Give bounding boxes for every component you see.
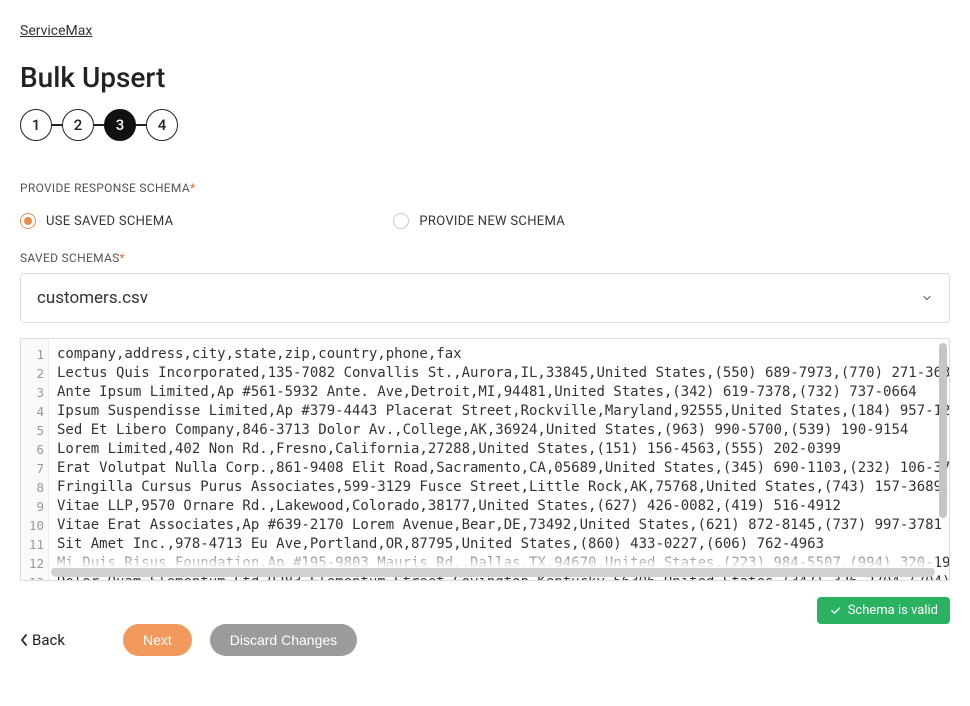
step-4[interactable]: 4: [146, 109, 178, 141]
code-line: company,address,city,state,zip,country,p…: [57, 345, 941, 364]
radio-provide-new-schema[interactable]: PROVIDE NEW SCHEMA: [393, 213, 565, 229]
line-number: 12: [27, 554, 44, 573]
editor-gutter: 12345678910111213: [21, 339, 49, 580]
back-label: Back: [32, 631, 65, 649]
line-number: 4: [27, 402, 44, 421]
button-row: Back Next Discard Changes: [20, 624, 950, 656]
code-line: Lectus Quis Incorporated,135-7082 Conval…: [57, 364, 941, 383]
select-value: customers.csv: [37, 288, 148, 308]
code-line: Ipsum Suspendisse Limited,Ap #379-4443 P…: [57, 402, 941, 421]
radio-use-saved-schema[interactable]: USE SAVED SCHEMA: [20, 213, 173, 229]
horizontal-scrollbar[interactable]: [51, 567, 935, 577]
line-number: 7: [27, 459, 44, 478]
stepper: 1 2 3 4: [20, 109, 950, 141]
line-number: 10: [27, 516, 44, 535]
next-button[interactable]: Next: [123, 624, 192, 656]
code-line: Erat Volutpat Nulla Corp.,861-9408 Elit …: [57, 459, 941, 478]
required-asterisk: *: [120, 251, 125, 265]
line-number: 5: [27, 421, 44, 440]
saved-schemas-label-text: SAVED SCHEMAS: [20, 251, 120, 265]
schema-radio-group: USE SAVED SCHEMA PROVIDE NEW SCHEMA: [20, 213, 950, 229]
check-icon: [829, 604, 842, 617]
radio-label: PROVIDE NEW SCHEMA: [419, 214, 565, 229]
step-2[interactable]: 2: [62, 109, 94, 141]
saved-schemas-label: SAVED SCHEMAS*: [20, 251, 950, 265]
radio-icon: [393, 213, 409, 229]
app-breadcrumb-link[interactable]: ServiceMax: [20, 23, 92, 39]
line-number: 13: [27, 573, 44, 581]
code-line: Sed Et Libero Company,846-3713 Dolor Av.…: [57, 421, 941, 440]
saved-schemas-select[interactable]: customers.csv: [20, 273, 950, 323]
discard-changes-button[interactable]: Discard Changes: [210, 624, 357, 656]
schema-valid-text: Schema is valid: [848, 603, 938, 618]
editor-code[interactable]: company,address,city,state,zip,country,p…: [49, 339, 949, 580]
code-line: Lorem Limited,402 Non Rd.,Fresno,Califor…: [57, 440, 941, 459]
page-title: Bulk Upsert: [20, 61, 950, 94]
back-button[interactable]: Back: [20, 631, 65, 649]
radio-label: USE SAVED SCHEMA: [46, 214, 173, 229]
schema-editor[interactable]: 12345678910111213 company,address,city,s…: [20, 338, 950, 581]
vertical-scrollbar[interactable]: [939, 343, 947, 518]
chevron-left-icon: [20, 634, 28, 646]
line-number: 9: [27, 497, 44, 516]
schema-section-label-text: PROVIDE RESPONSE SCHEMA: [20, 181, 190, 195]
schema-valid-badge: Schema is valid: [817, 597, 950, 624]
line-number: 6: [27, 440, 44, 459]
step-1[interactable]: 1: [20, 109, 52, 141]
code-line: Vitae Erat Associates,Ap #639-2170 Lorem…: [57, 516, 941, 535]
line-number: 1: [27, 345, 44, 364]
schema-section-label: PROVIDE RESPONSE SCHEMA*: [20, 181, 950, 195]
required-asterisk: *: [190, 181, 195, 195]
step-connector: [94, 124, 104, 126]
line-number: 8: [27, 478, 44, 497]
step-connector: [52, 124, 62, 126]
line-number: 11: [27, 535, 44, 554]
radio-icon: [20, 213, 36, 229]
code-line: Ante Ipsum Limited,Ap #561-5932 Ante. Av…: [57, 383, 941, 402]
code-line: Vitae LLP,9570 Ornare Rd.,Lakewood,Color…: [57, 497, 941, 516]
chevron-down-icon: [921, 292, 933, 304]
step-connector: [136, 124, 146, 126]
step-3[interactable]: 3: [104, 109, 136, 141]
code-line: Fringilla Cursus Purus Associates,599-31…: [57, 478, 941, 497]
line-number: 2: [27, 364, 44, 383]
line-number: 3: [27, 383, 44, 402]
code-line: Sit Amet Inc.,978-4713 Eu Ave,Portland,O…: [57, 535, 941, 554]
